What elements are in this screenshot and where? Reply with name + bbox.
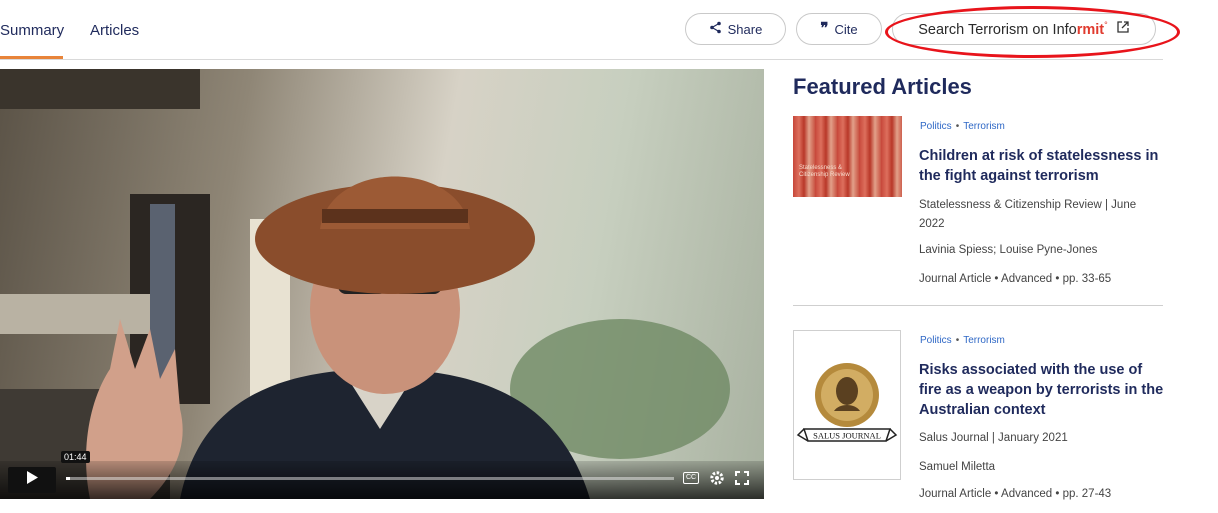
cite-label: Cite	[834, 21, 858, 37]
share-icon	[709, 21, 722, 37]
settings-icon[interactable]	[708, 469, 726, 487]
captions-icon[interactable]: CC	[682, 469, 700, 487]
share-label: Share	[727, 21, 763, 37]
article-meta: Journal Article • Advanced • pp. 33-65	[919, 273, 1112, 285]
article-title[interactable]: Risks associated with the use of fire as…	[919, 360, 1164, 420]
quote-icon: ❞	[820, 20, 829, 37]
video-controls-bar	[0, 461, 764, 499]
tag-politics[interactable]: Politics	[920, 121, 952, 132]
article-source: Statelessness & Citizenship Review | Jun…	[919, 199, 1137, 230]
play-button[interactable]	[8, 467, 56, 493]
share-button[interactable]: Share	[685, 13, 786, 45]
salus-journal-logo: SALUS JOURNAL	[796, 363, 898, 442]
progress-fill	[66, 477, 70, 480]
article-divider	[793, 305, 1163, 306]
video-player[interactable]	[0, 69, 764, 499]
article-tags: Politics • Terrorism	[920, 335, 1005, 346]
tag-politics[interactable]: Politics	[920, 335, 952, 346]
external-link-icon	[1116, 20, 1130, 38]
search-informit-button[interactable]: Search Terrorism on Informit°	[892, 13, 1156, 45]
tag-terrorism[interactable]: Terrorism	[963, 335, 1005, 346]
play-icon	[26, 471, 38, 489]
fullscreen-icon[interactable]	[733, 469, 751, 487]
featured-heading: Featured Articles	[793, 74, 972, 99]
progress-bar[interactable]	[66, 477, 674, 480]
article-source: Salus Journal | January 2021	[919, 432, 1068, 444]
time-tooltip: 01:44	[61, 451, 90, 463]
article-authors: Lavinia Spiess; Louise Pyne-Jones	[919, 244, 1098, 256]
article-authors: Samuel Miletta	[919, 461, 996, 473]
video-frame	[0, 69, 730, 499]
header-divider	[0, 59, 1163, 60]
tab-summary[interactable]: Summary	[0, 22, 64, 39]
search-informit-label: Search Terrorism on Informit°	[918, 20, 1108, 38]
article-thumbnail[interactable]	[793, 116, 902, 197]
cite-button[interactable]: ❞ Cite	[796, 13, 882, 45]
article-title[interactable]: Children at risk of statelessness in the…	[919, 146, 1164, 186]
tab-articles[interactable]: Articles	[90, 22, 139, 39]
svg-text:SALUS JOURNAL: SALUS JOURNAL	[813, 431, 881, 441]
article-tags: Politics • Terrorism	[920, 121, 1005, 132]
tag-terrorism[interactable]: Terrorism	[963, 121, 1005, 132]
thumbnail-caption: Statelessness & Citizenship Review	[799, 165, 850, 178]
article-thumbnail[interactable]: SALUS JOURNAL	[793, 330, 901, 480]
article-meta: Journal Article • Advanced • pp. 27-43	[919, 488, 1112, 500]
